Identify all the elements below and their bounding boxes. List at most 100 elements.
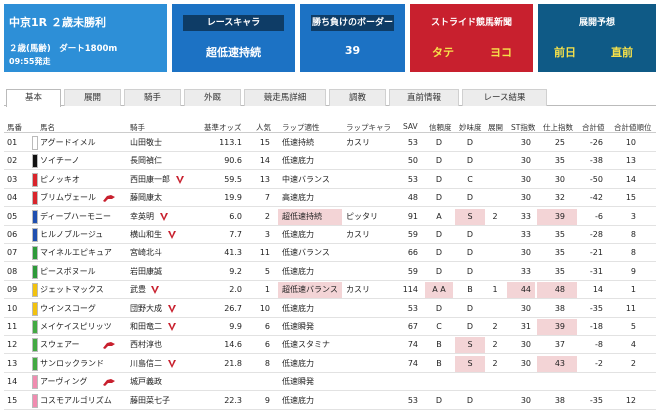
table-row[interactable]: ピースボヌール 08 岩田康誠 9.2 5 低速底力 59 D D 33 35 -31 9 <box>4 263 656 281</box>
cell-pop: 1 <box>264 285 270 295</box>
col-tenkai[interactable]: 展開 <box>488 122 503 133</box>
cell-rank: 9 <box>630 266 636 276</box>
cell-odds: 113.1 <box>219 138 242 147</box>
race-character-card: レースキャラ 超低速持続 <box>172 4 295 72</box>
horse-name-link[interactable]: ソイチーノ <box>40 152 80 170</box>
cell-myomi: D <box>466 156 474 166</box>
cell-lap: 低速スタミナ <box>282 340 330 350</box>
cell-jockey[interactable]: 宮崎北斗 <box>130 244 200 262</box>
horse-name-link[interactable]: ヒルノブルージュ <box>40 226 103 244</box>
table-row[interactable]: アグードイメル 01 山田敬士 113.1 15 低速持続 カスリ 53 D D 30 25 -26 10 <box>4 134 656 152</box>
cell-myomi: D <box>466 322 474 331</box>
horse-name-link[interactable]: コスモアルゴリズム <box>40 392 112 410</box>
table-row[interactable]: ヒルノブルージュ 06 横山和生 7.7 3 低速底力 カスリ 59 D D 33 35 -28 8 <box>4 226 656 244</box>
cell-lap: 低速瞬発 <box>282 377 314 387</box>
cell-jockey[interactable]: 西田康一郎 <box>130 171 200 189</box>
horse-name-link[interactable]: ディープハーモニー <box>40 208 111 226</box>
horse-name-link[interactable]: ジェットマックス <box>40 281 104 299</box>
tenkai-zenjitsu-link[interactable]: 前日 <box>554 44 576 60</box>
cell-total: -18 <box>589 322 603 331</box>
table-row[interactable]: コスモアルゴリズム 15 藤田菜七子 22.3 9 低速底力 53 D D 30 38 -35 12 <box>4 392 656 410</box>
table-row[interactable]: サンロックランド 13 川島信二 21.8 8 低速底力 74 B S 2 30 43 -2 2 <box>4 355 656 373</box>
cell-total: -6 <box>595 211 603 221</box>
col-shiage[interactable]: 仕上指数 <box>543 122 573 133</box>
horse-name-link[interactable]: サンロックランド <box>40 355 104 373</box>
col-name[interactable]: 馬名 <box>40 122 55 133</box>
cell-jockey[interactable]: 長岡禎仁 <box>130 152 200 170</box>
cell-jockey[interactable]: 西村淳也 <box>130 336 200 354</box>
cell-total: -31 <box>589 266 603 276</box>
col-trust[interactable]: 信頼度 <box>429 122 452 133</box>
cell-jockey[interactable]: 岩田康誠 <box>130 263 200 281</box>
horse-name-link[interactable]: ウインスコーグ <box>40 300 96 318</box>
tenkai-chokuzen-link[interactable]: 直前 <box>611 44 633 60</box>
col-pop[interactable]: 人気 <box>256 122 271 133</box>
tab-tenkai[interactable]: 展開 <box>64 89 121 106</box>
cell-rank: 2 <box>630 358 636 368</box>
tab-kishu[interactable]: 騎手 <box>124 89 181 106</box>
cell-odds: 21.8 <box>224 358 242 368</box>
tab-chokuzen[interactable]: 直前情報 <box>389 89 459 106</box>
col-myomi[interactable]: 妙味度 <box>459 122 482 133</box>
tab-kyosoba[interactable]: 競走馬詳細 <box>244 89 326 106</box>
tab-result[interactable]: レース結果 <box>462 89 547 106</box>
cell-jockey[interactable]: 城戸義政 <box>130 373 200 391</box>
cell-tenkai <box>488 392 502 410</box>
tab-chokyo[interactable]: 調教 <box>329 89 386 106</box>
cell-rank: 5 <box>630 322 636 331</box>
tab-gaikyu[interactable]: 外厩 <box>184 89 241 106</box>
waku-color-swatch <box>32 338 38 353</box>
table-row[interactable]: メイケイスピリッツ 11 和田竜二 9.9 6 低速瞬発 67 C D 2 31 39 -18 5 <box>4 318 656 336</box>
col-rank[interactable]: 合計値順位 <box>614 122 652 133</box>
cell-sav: 48 <box>407 193 418 203</box>
horse-name-link[interactable]: マイネルエピキュア <box>40 244 112 262</box>
cell-jockey[interactable]: 山田敬士 <box>130 134 200 152</box>
cell-trust: A A <box>432 285 446 295</box>
cell-pop: 14 <box>259 156 270 166</box>
cell-jockey[interactable]: 藤岡康太 <box>130 189 200 207</box>
table-row[interactable]: アーヴィング 14 城戸義政 低速瞬発 <box>4 373 656 392</box>
col-total[interactable]: 合計値 <box>582 122 605 133</box>
table-row[interactable]: ソイチーノ 02 長岡禎仁 90.6 14 低速底力 50 D D 30 35 -38 13 <box>4 152 656 171</box>
col-st[interactable]: ST指数 <box>511 122 535 133</box>
horse-name-link[interactable]: アグードイメル <box>40 134 96 152</box>
table-row[interactable]: ピノッキオ 03 西田康一郎 59.5 13 中速バランス 53 D C 30 30 -50 14 <box>4 171 656 189</box>
table-row[interactable]: ディープハーモニー 05 幸英明 6.0 2 超低速持続 ピッタリ 91 A S 2 33 39 -6 3 <box>4 208 656 226</box>
cell-shiage: 37 <box>554 340 565 350</box>
col-char[interactable]: ラップキャラ <box>346 122 391 133</box>
col-odds[interactable]: 基準オッズ <box>204 122 242 133</box>
table-row[interactable]: マイネルエピキュア 07 宮崎北斗 41.3 11 低速バランス 66 D D 30 35 -21 8 <box>4 244 656 263</box>
cell-st: 33 <box>520 266 531 276</box>
cell-odds: 59.5 <box>224 174 242 184</box>
cell-rank: 11 <box>625 303 636 313</box>
col-num[interactable]: 馬番 <box>7 122 22 133</box>
horse-name-link[interactable]: メイケイスピリッツ <box>40 318 112 336</box>
cell-tenkai <box>488 171 502 189</box>
stride-tate-link[interactable]: タテ <box>432 44 454 60</box>
cell-num: 03 <box>7 174 18 184</box>
table-row[interactable]: ブリムヴェール 04 藤岡康太 19.9 7 高速底力 48 D D 30 32 -42 15 <box>4 189 656 208</box>
cell-tenkai: 2 <box>492 322 498 331</box>
cell-shiage: 35 <box>554 248 565 258</box>
cell-sav: 67 <box>407 322 418 331</box>
col-sav[interactable]: SAV <box>403 122 418 131</box>
horse-name-link[interactable]: スウェアー <box>40 336 80 354</box>
tab-kihon[interactable]: 基本 <box>6 89 61 107</box>
horse-name-link[interactable]: ピースボヌール <box>40 263 96 281</box>
table-row[interactable]: スウェアー 12 西村淳也 14.6 6 低速スタミナ 74 B S 2 30 37 -8 4 <box>4 336 656 355</box>
stride-yoko-link[interactable]: ヨコ <box>490 44 512 60</box>
cell-odds: 22.3 <box>224 395 242 405</box>
col-jockey[interactable]: 騎手 <box>130 122 145 133</box>
cell-jockey[interactable]: 武豊 <box>130 281 200 299</box>
horse-name-link[interactable]: アーヴィング <box>40 373 88 391</box>
table-row[interactable]: ジェットマックス 09 武豊 2.0 1 超低速バランス カスリ 114 A A B 1 44 48 14… <box>4 281 656 300</box>
col-lap[interactable]: ラップ適性 <box>282 122 320 133</box>
table-row[interactable]: ウインスコーグ 10 団野大成 26.7 10 低速底力 53 D D 30 38 -35 11 <box>4 300 656 318</box>
cell-total: -28 <box>589 230 603 239</box>
horse-name-link[interactable]: ブリムヴェール <box>40 189 96 207</box>
cell-lap: 低速底力 <box>282 358 314 368</box>
horse-name-link[interactable]: ピノッキオ <box>40 171 80 189</box>
cell-trust: D <box>435 303 443 313</box>
horse-icon <box>103 379 115 387</box>
cell-jockey[interactable]: 藤田菜七子 <box>130 392 200 410</box>
